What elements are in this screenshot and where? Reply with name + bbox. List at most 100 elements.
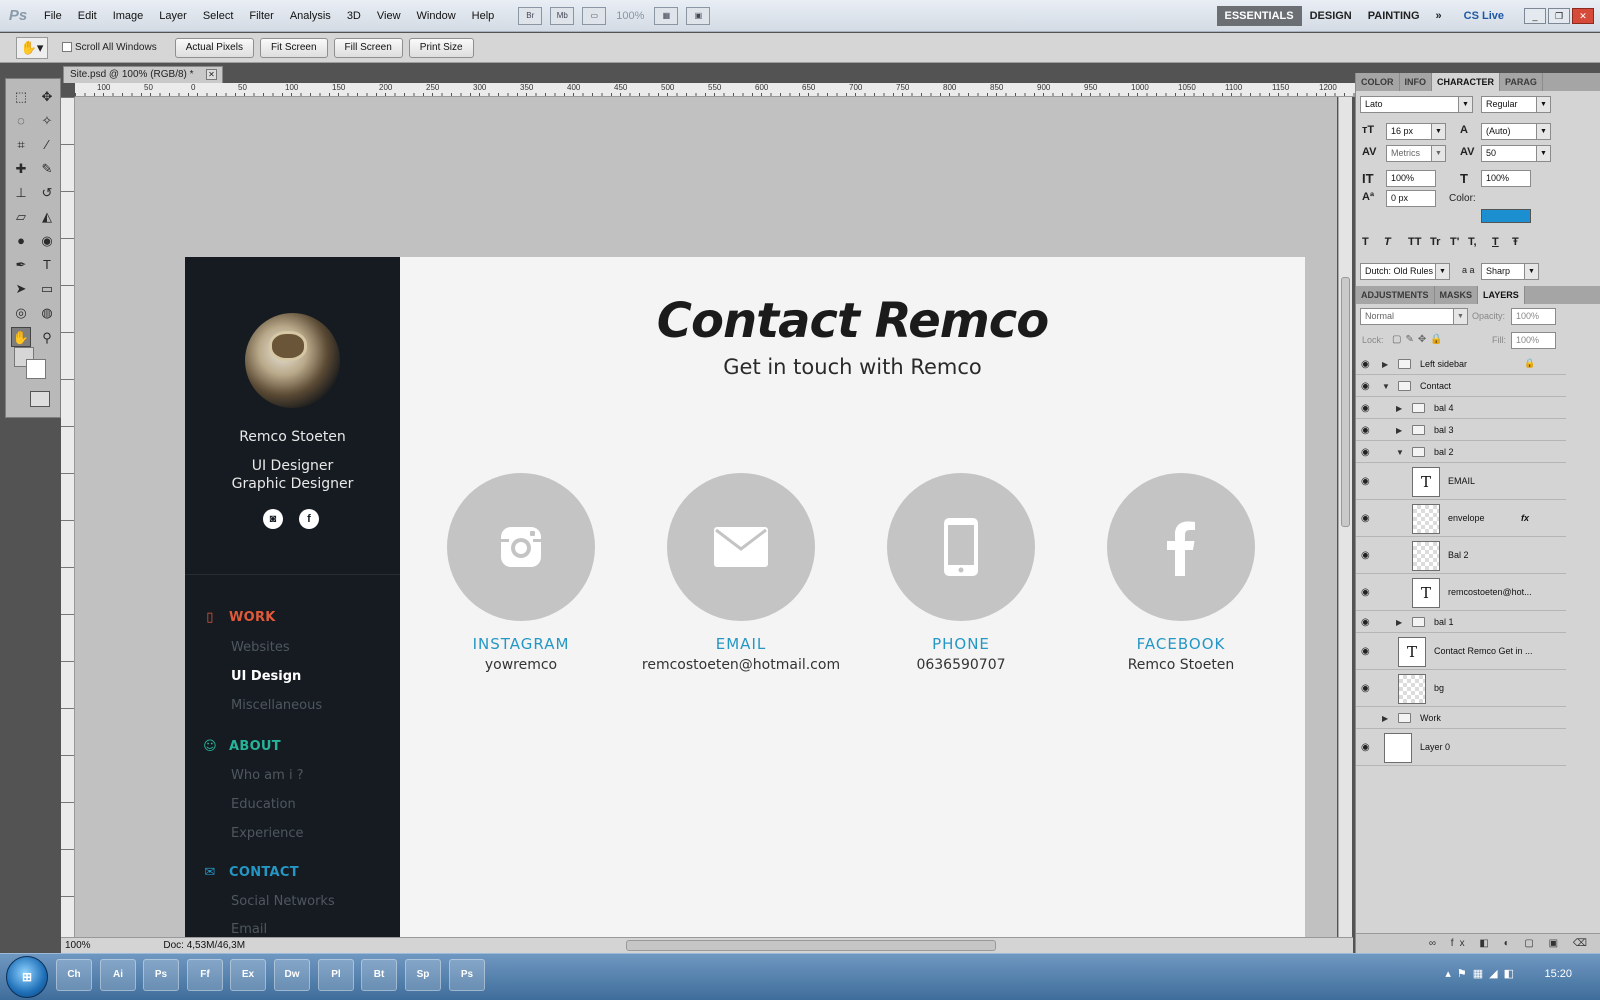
antialias-select[interactable]: Sharp ▼ xyxy=(1481,263,1539,280)
workspace-design[interactable]: DESIGN xyxy=(1302,6,1360,26)
canvas-area[interactable]: Remco Stoeten UI Designer Graphic Design… xyxy=(75,97,1337,937)
baseline-shift-field[interactable]: 0 px xyxy=(1386,190,1436,207)
pen-tool-icon[interactable]: ✒ xyxy=(11,255,31,275)
3d-orbit-tool-icon[interactable]: ◍ xyxy=(37,303,57,323)
visibility-eye-icon[interactable]: ◉ xyxy=(1361,359,1370,370)
superscript-button[interactable]: T' xyxy=(1450,236,1459,248)
layer-row[interactable]: ◉ ▶ bal 3 xyxy=(1356,420,1566,441)
eraser-tool-icon[interactable]: ▱ xyxy=(11,207,31,227)
view-extras-icon[interactable]: ▭ xyxy=(582,6,607,25)
3d-rotate-tool-icon[interactable]: ◎ xyxy=(11,303,31,323)
text-color-swatch[interactable] xyxy=(1481,209,1531,223)
status-zoom[interactable]: 100% xyxy=(65,940,91,951)
contact-card-email[interactable]: EMAIL remcostoeten@hotmail.com xyxy=(631,473,851,673)
taskbar-app-icon[interactable]: Ff xyxy=(187,959,223,991)
hand-tool-icon[interactable]: ✋ xyxy=(11,327,31,347)
nav-item-email[interactable]: Email xyxy=(231,922,267,937)
taskbar-app-icon[interactable]: Ex xyxy=(230,959,266,991)
expand-arrow-icon[interactable]: ▶ xyxy=(1396,618,1402,627)
more-workspaces-icon[interactable]: » xyxy=(1428,6,1450,26)
lock-icons[interactable]: ▢✎✥🔒 xyxy=(1392,334,1447,345)
nav-about[interactable]: ☺ ABOUT xyxy=(203,739,281,754)
opacity-field[interactable]: 100% xyxy=(1511,308,1556,325)
layers-footer-icons[interactable]: ∞ fx ◧ ◐ ▢ ▣ ⌫ xyxy=(1356,933,1600,953)
tab-character[interactable]: CHARACTER xyxy=(1432,73,1500,91)
magic-wand-tool-icon[interactable]: ✧ xyxy=(37,111,57,131)
path-selection-tool-icon[interactable]: ➤ xyxy=(11,279,31,299)
menu-layer[interactable]: Layer xyxy=(151,10,195,22)
menu-image[interactable]: Image xyxy=(105,10,152,22)
strikethrough-button[interactable]: Ŧ xyxy=(1512,236,1519,248)
font-family-select[interactable]: Lato ▼ xyxy=(1360,96,1473,113)
tab-paragraph[interactable]: PARAG xyxy=(1500,73,1543,91)
font-style-select[interactable]: Regular ▼ xyxy=(1481,96,1551,113)
menu-edit[interactable]: Edit xyxy=(70,10,105,22)
nav-work[interactable]: ▯ WORK xyxy=(203,610,276,625)
visibility-eye-icon[interactable]: ◉ xyxy=(1361,646,1370,657)
nav-item-ui-design[interactable]: UI Design xyxy=(231,669,301,684)
tab-info[interactable]: INFO xyxy=(1400,73,1432,91)
marquee-tool-icon[interactable]: ⬚ xyxy=(11,87,31,107)
expand-arrow-icon[interactable]: ▶ xyxy=(1396,404,1402,413)
visibility-eye-icon[interactable]: ◉ xyxy=(1361,403,1370,414)
menu-file[interactable]: File xyxy=(36,10,70,22)
visibility-eye-icon[interactable]: ◉ xyxy=(1361,742,1370,753)
taskbar-app-icon[interactable]: Bt xyxy=(361,959,397,991)
blur-tool-icon[interactable]: ● xyxy=(11,231,31,251)
blend-mode-select[interactable]: Normal ▼ xyxy=(1360,308,1468,325)
healing-brush-tool-icon[interactable]: ✚ xyxy=(11,159,31,179)
visibility-eye-icon[interactable]: ◉ xyxy=(1361,381,1370,392)
expand-arrow-icon[interactable]: ▶ xyxy=(1396,426,1402,435)
arrange-documents-icon[interactable]: ▦ xyxy=(654,6,679,25)
kerning-field[interactable]: Metrics ▼ xyxy=(1386,145,1446,162)
menu-3d[interactable]: 3D xyxy=(339,10,369,22)
facebook-icon[interactable]: f xyxy=(299,509,319,529)
screen-mode-icon[interactable]: ▣ xyxy=(686,6,711,25)
layer-row[interactable]: ◉ Layer 0 xyxy=(1356,730,1566,766)
menu-filter[interactable]: Filter xyxy=(241,10,281,22)
visibility-eye-icon[interactable]: ◉ xyxy=(1361,513,1370,524)
nav-item-experience[interactable]: Experience xyxy=(231,826,304,841)
layer-row[interactable]: ◉ Tremcostoeten@hot... xyxy=(1356,575,1566,611)
menu-window[interactable]: Window xyxy=(409,10,464,22)
faux-bold-button[interactable]: T xyxy=(1362,236,1369,248)
nav-item-miscellaneous[interactable]: Miscellaneous xyxy=(231,698,322,713)
taskbar-app-icon[interactable]: Ps xyxy=(449,959,485,991)
fill-field[interactable]: 100% xyxy=(1511,332,1556,349)
menu-analysis[interactable]: Analysis xyxy=(282,10,339,22)
visibility-eye-icon[interactable]: ◉ xyxy=(1361,683,1370,694)
zoom-level[interactable]: 100% xyxy=(616,10,644,22)
vertical-scrollbar[interactable] xyxy=(1338,97,1352,937)
nav-item-who-am-i[interactable]: Who am i ? xyxy=(231,768,304,783)
contact-card-instagram[interactable]: INSTAGRAM yowremco xyxy=(411,473,631,673)
visibility-eye-icon[interactable]: ◉ xyxy=(1361,587,1370,598)
horizontal-scale-field[interactable]: 100% xyxy=(1481,170,1531,187)
visibility-eye-icon[interactable]: ◉ xyxy=(1361,617,1370,628)
small-caps-button[interactable]: Tr xyxy=(1430,236,1440,248)
brush-tool-icon[interactable]: ✎ xyxy=(37,159,57,179)
minimize-icon[interactable]: _ xyxy=(1524,7,1546,24)
cs-live-button[interactable]: CS Live xyxy=(1464,10,1504,22)
workspace-essentials[interactable]: ESSENTIALS xyxy=(1216,5,1302,26)
layer-row[interactable]: ◉ ▶ bal 1 xyxy=(1356,612,1566,633)
subscript-button[interactable]: T, xyxy=(1468,236,1477,248)
zoom-tool-icon[interactable]: ⚲ xyxy=(37,328,57,348)
faux-italic-button[interactable]: T xyxy=(1384,236,1391,248)
expand-arrow-icon[interactable]: ▶ xyxy=(1382,714,1388,723)
bridge-button[interactable]: Br xyxy=(518,6,543,25)
layer-row[interactable]: ◉ ▼ Contact xyxy=(1356,376,1566,397)
lasso-tool-icon[interactable]: ◌ xyxy=(11,111,31,131)
visibility-eye-icon[interactable]: ◉ xyxy=(1361,550,1370,561)
layer-effects-icon[interactable]: fx xyxy=(1521,513,1529,523)
taskbar-app-icon[interactable]: Dw xyxy=(274,959,310,991)
layer-row[interactable]: ◉ ▶ Left sidebar 🔒 xyxy=(1356,354,1566,375)
move-tool-icon[interactable]: ✥ xyxy=(37,87,57,107)
actual-pixels-button[interactable]: Actual Pixels xyxy=(174,37,254,58)
hand-tool-preset-icon[interactable]: ✋▾ xyxy=(16,36,48,59)
clone-stamp-tool-icon[interactable]: ⊥ xyxy=(11,183,31,203)
history-brush-tool-icon[interactable]: ↺ xyxy=(37,183,57,203)
tab-color[interactable]: COLOR xyxy=(1356,73,1400,91)
system-tray-icons[interactable]: ▴⚑▦◢◧ xyxy=(1445,967,1520,980)
vertical-scale-field[interactable]: 100% xyxy=(1386,170,1436,187)
close-document-icon[interactable]: ✕ xyxy=(206,69,217,80)
